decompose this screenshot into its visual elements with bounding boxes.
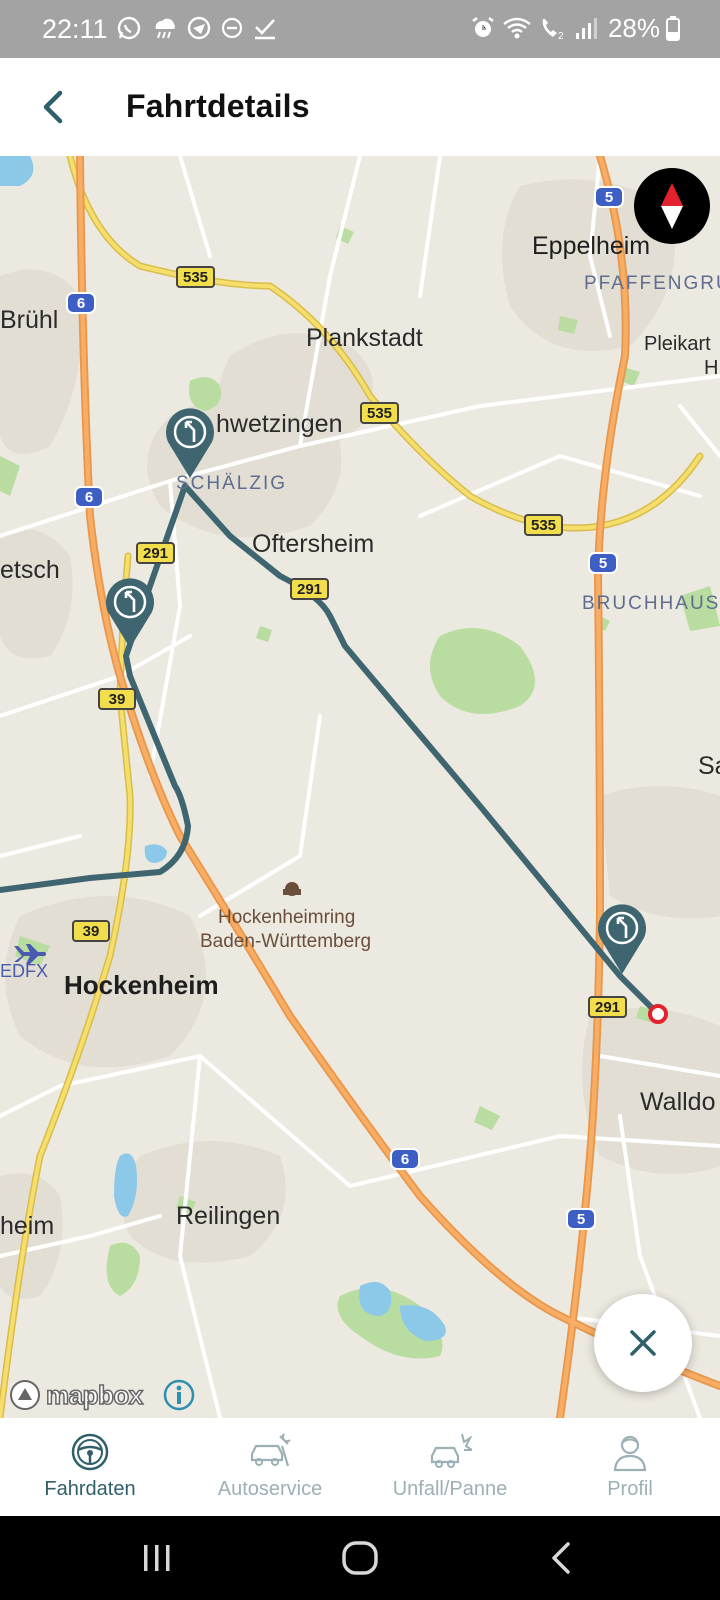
mapbox-wordmark: mapbox: [45, 1379, 144, 1411]
nav-label-fahrdaten: Fahrdaten: [44, 1478, 136, 1500]
airport-label: EDFX: [0, 961, 49, 981]
close-icon: [630, 1330, 656, 1356]
road-shield-b535: 535: [176, 266, 216, 288]
nav-label-autoservice: Autoservice: [217, 1478, 323, 1500]
road-shield-b291: 291: [290, 578, 330, 600]
road-shield-a5: 5: [566, 1208, 596, 1230]
place-label-plankstadt: Plankstadt: [306, 324, 423, 352]
place-label-bruehl: Brühl: [0, 306, 59, 334]
chevron-left-icon: [43, 90, 63, 124]
trip-end-marker: [648, 1004, 668, 1024]
nav-item-unfall-panne[interactable]: Unfall/Panne: [360, 1418, 540, 1516]
place-label-eppelheim: Eppelheim: [532, 232, 651, 260]
nav-item-profil[interactable]: Profil: [540, 1418, 720, 1516]
home-icon: [342, 1541, 378, 1575]
home-button[interactable]: [340, 1538, 380, 1578]
place-label-ketsch: etsch: [0, 556, 60, 584]
road-shield-b39: 39: [72, 920, 110, 942]
road-shield-b291: 291: [136, 542, 176, 564]
road-shield-a6: 6: [390, 1148, 420, 1170]
place-label-bruchhausen: BRUCHHAUS: [582, 593, 720, 614]
road-shield-a6: 6: [74, 486, 104, 508]
browser-icon: [187, 16, 211, 40]
system-navigation-bar: [0, 1516, 720, 1600]
road-shield-a6: 6: [66, 292, 96, 314]
do-not-disturb-icon: [221, 17, 243, 39]
turn-marker-3: [598, 904, 646, 974]
recent-apps-button[interactable]: [140, 1542, 174, 1574]
nav-label-profil: Profil: [607, 1478, 653, 1500]
place-label-hockenheim: Hockenheim: [64, 970, 219, 1000]
back-button[interactable]: [26, 80, 80, 134]
road-shield-a5: 5: [588, 552, 618, 574]
battery-icon: [666, 16, 680, 41]
place-label-walldorf: Walldo: [640, 1088, 716, 1116]
poi-label-hockenheimring-line2: Baden-Württemberg: [200, 931, 372, 952]
page-title: Fahrtdetails: [126, 88, 310, 124]
mapbox-icon: [10, 1380, 40, 1410]
signal-icon: [575, 18, 597, 39]
car-service-icon: [250, 1433, 291, 1467]
compass-icon: [661, 183, 683, 229]
close-button[interactable]: [594, 1294, 692, 1392]
place-label-pleikartsfoerster: Pleikart: [644, 333, 711, 355]
whatsapp-icon: [117, 16, 141, 40]
car-crash-icon: [430, 1433, 472, 1468]
nav-item-fahrdaten[interactable]: Fahrdaten: [0, 1418, 180, 1516]
place-label-reilingen: Reilingen: [176, 1202, 281, 1230]
status-system-icons: 2 28%: [470, 12, 680, 44]
bottom-navigation: Fahrdaten Autoservice Unfall/Panne Profi…: [0, 1418, 720, 1516]
place-label-oftersheim: Oftersheim: [252, 530, 375, 558]
compass-button[interactable]: [634, 168, 710, 244]
weather-storm-icon: [155, 18, 175, 39]
road-shield-a5: 5: [594, 186, 624, 208]
mapbox-logo[interactable]: mapbox: [8, 1378, 144, 1412]
road-shield-b39: 39: [98, 688, 136, 710]
place-label-heim: heim: [0, 1212, 55, 1240]
alarm-icon: [472, 17, 494, 37]
place-label-pfaffengrund: PFAFFENGRU: [584, 273, 720, 294]
checkmark-icon: [255, 19, 275, 40]
road-shield-b535: 535: [360, 402, 400, 424]
back-arrow-icon: [552, 1542, 570, 1574]
status-time: 22:11: [42, 14, 108, 44]
attribution-info-button[interactable]: [162, 1378, 196, 1412]
trip-map[interactable]: Eppelheim PFAFFENGRU Pleikart H Brühl Pl…: [0, 156, 720, 1418]
app-header: Fahrtdetails: [0, 58, 720, 156]
poi-label-hockenheimring: Hockenheimring: [218, 907, 356, 928]
battery-percentage: 28%: [607, 12, 660, 43]
status-bar: 22:11 2 28%: [0, 0, 720, 58]
info-icon: [163, 1379, 195, 1411]
profile-icon: [613, 1435, 647, 1472]
svg-text:2: 2: [558, 31, 564, 41]
road-shield-b291: 291: [588, 996, 628, 1018]
wifi-icon: [503, 17, 531, 39]
wifi-calling-icon: 2: [542, 19, 564, 41]
place-label-sandhausen: Sa: [698, 752, 720, 780]
road-shield-b535: 535: [524, 514, 564, 536]
place-label-schwetzingen: hwetzingen: [216, 410, 343, 438]
status-notification-icons: [116, 12, 278, 44]
nav-label-unfall-panne: Unfall/Panne: [392, 1478, 508, 1500]
nav-item-autoservice[interactable]: Autoservice: [180, 1418, 360, 1516]
place-label-schaelzig: SCHÄLZIG: [176, 473, 288, 494]
place-label-pleikartsfoerster-line2: H: [704, 357, 719, 379]
steering-wheel-icon: [71, 1433, 109, 1471]
system-back-button[interactable]: [548, 1540, 576, 1576]
racetrack-icon: [283, 882, 301, 896]
recent-apps-icon: [144, 1545, 170, 1571]
